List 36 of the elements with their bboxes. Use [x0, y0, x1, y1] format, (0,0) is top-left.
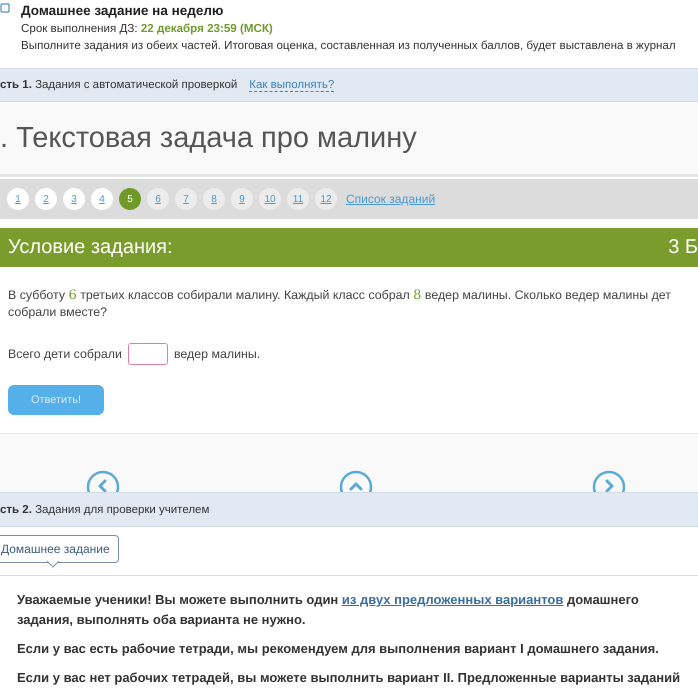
instruction-paragraph: Если у вас нет рабочих тетрадей, вы можете выполнить вариант II. Предложенные варианты заданий: [17, 669, 682, 687]
submit-button[interactable]: Ответить!: [8, 385, 104, 415]
points-text: 3 Б: [668, 236, 698, 259]
task-number-link[interactable]: 9: [231, 188, 253, 210]
task-list-link[interactable]: Список заданий: [346, 192, 436, 206]
task-number-link[interactable]: 6: [147, 188, 169, 210]
tab-pointer: [47, 561, 59, 568]
condition-title: Условие задания:: [8, 236, 173, 259]
homework-icon: [0, 3, 10, 13]
task-number-link[interactable]: 7: [175, 188, 197, 210]
homework-title: Домашнее задание на неделю: [21, 3, 224, 18]
answer-field[interactable]: [128, 343, 168, 365]
part-heading: сть 1. Задания с автоматической проверкой: [0, 79, 238, 91]
part-heading: сть 2. Задания для проверки учителем: [0, 504, 210, 516]
task-number-link[interactable]: 4: [91, 188, 113, 210]
task-number-link[interactable]: 8: [203, 188, 225, 210]
up-icon[interactable]: [339, 470, 373, 492]
next-icon[interactable]: [592, 470, 626, 492]
how-to-link[interactable]: Как выполнять?: [249, 78, 334, 92]
variants-link[interactable]: из двух предложенных вариантов: [342, 592, 564, 607]
answer-prefix: Всего дети собрали: [8, 346, 122, 362]
answer-suffix: ведер малины.: [174, 346, 260, 362]
task-number-link[interactable]: 1: [7, 188, 29, 210]
description-text: Выполните задания из обеих частей. Итоговая оценка, составленная из полученных баллов, будет выставлена в журнал: [21, 39, 676, 52]
instruction-paragraph: Уважаемые ученики! Вы можете выполнить один из двух предложенных вариантов домашнего задания, выполнять оба варианта не нужно.: [17, 591, 640, 629]
deadline-text: Срок выполнения ДЗ: 22 декабря 23:59 (МСК): [21, 22, 273, 35]
task-number-link[interactable]: 3: [63, 188, 85, 210]
instruction-paragraph: Если у вас есть рабочие тетради, мы рекомендуем для выполнения вариант I домашнего задания.: [17, 640, 660, 658]
question-text: В субботу 6 третьих классов собирали малину. Каждый класс собрал 8 ведер малины. Сколько ведер малины дет собрали вместе?: [8, 287, 672, 321]
previous-icon[interactable]: [86, 470, 120, 492]
task-number-link[interactable]: 11: [287, 188, 309, 210]
task-title: . Текстовая задача про малину: [0, 122, 417, 154]
task-number-link[interactable]: 2: [35, 188, 57, 210]
task-number-link[interactable]: 5: [119, 188, 141, 210]
task-number-link[interactable]: 10: [259, 188, 281, 210]
task-number-link[interactable]: 12: [315, 188, 337, 210]
